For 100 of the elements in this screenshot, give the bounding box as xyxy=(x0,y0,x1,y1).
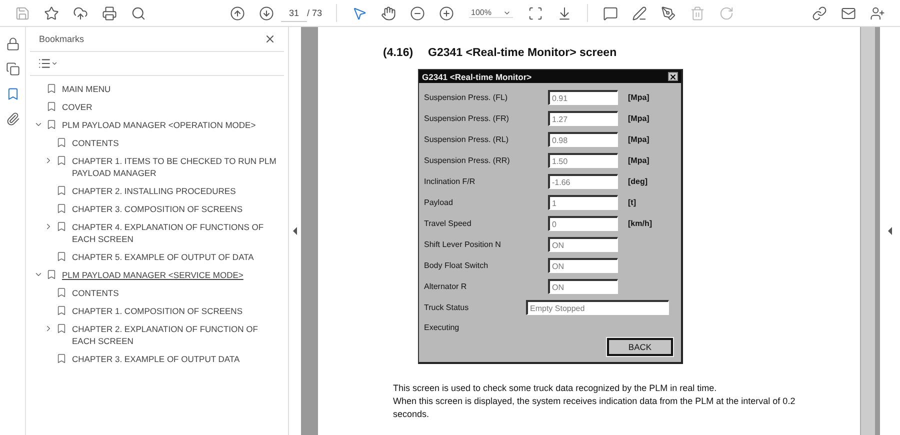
unit-label: [Mpa] xyxy=(628,93,650,102)
collapse-panel-icon[interactable] xyxy=(293,227,297,235)
value-field[interactable]: 0 xyxy=(548,216,618,231)
bookmark-item[interactable]: CONTENTS xyxy=(72,287,288,299)
chevron-right-icon[interactable] xyxy=(44,324,53,333)
bookmark-item[interactable]: CHAPTER 2. EXPLANATION OF FUNCTION OF EACH SCREEN xyxy=(72,323,288,347)
zoom-in-icon[interactable] xyxy=(439,6,454,20)
bookmark-icon xyxy=(56,221,67,232)
unit-label: [t] xyxy=(628,198,637,207)
list-icon xyxy=(38,57,51,70)
value-field[interactable]: ON xyxy=(548,279,618,294)
pages-icon xyxy=(6,62,20,76)
value-field[interactable]: ON xyxy=(548,258,618,273)
field-label: Suspension Press. (FL) xyxy=(424,93,509,102)
bookmark-icon xyxy=(56,203,67,214)
dialog-title: G2341 <Real-time Monitor> xyxy=(422,72,532,82)
value-field[interactable]: 0.98 xyxy=(548,132,618,147)
field-label: Payload xyxy=(424,198,454,207)
bookmark-item[interactable]: CHAPTER 5. EXAMPLE OF OUTPUT OF DATA xyxy=(72,251,288,263)
bookmark-item[interactable]: PLM PAYLOAD MANAGER <OPERATION MODE> xyxy=(62,119,288,131)
bookmark-item[interactable]: CHAPTER 1. COMPOSITION OF SCREENS xyxy=(72,305,288,317)
bookmark-item[interactable]: CHAPTER 4. EXPLANATION OF FUNCTIONS OF EACH SCREEN xyxy=(72,221,288,245)
chevron-right-icon[interactable] xyxy=(44,222,53,231)
unit-label: [deg] xyxy=(628,177,649,186)
paragraph: When this screen is displayed, the system receives indication data from the PLM at the interval of 0.2 seconds. xyxy=(393,395,796,421)
unit-label: [km/h] xyxy=(628,219,653,228)
chevron-down-icon[interactable] xyxy=(34,270,43,279)
zoom-dropdown[interactable]: 100% xyxy=(469,8,514,18)
hand-icon[interactable] xyxy=(381,6,396,20)
panel-title: Bookmarks xyxy=(39,34,84,44)
bookmark-icon xyxy=(56,323,67,334)
bookmark-icon xyxy=(46,101,57,112)
scrollbar[interactable] xyxy=(860,27,875,435)
add-user-icon[interactable] xyxy=(870,6,885,20)
value-field[interactable]: 1.27 xyxy=(548,111,618,126)
caret-icon xyxy=(51,60,58,67)
value-field[interactable]: 1.50 xyxy=(548,153,618,168)
status-field[interactable]: Empty Stopped xyxy=(526,300,669,315)
field-label: Body Float Switch xyxy=(424,261,490,270)
options-menu-button[interactable] xyxy=(38,57,58,70)
star-icon[interactable] xyxy=(44,6,59,20)
bookmark-icon xyxy=(56,155,67,166)
page-total: / 73 xyxy=(307,8,322,18)
value-field[interactable]: 1 xyxy=(548,195,618,210)
value-field[interactable]: -1.66 xyxy=(548,174,618,189)
section-heading: G2341 <Real-time Monitor> screen xyxy=(428,47,617,59)
bookmark-item[interactable]: CHAPTER 3. EXAMPLE OF OUTPUT DATA xyxy=(72,353,288,365)
bookmark-icon xyxy=(56,287,67,298)
bookmark-icon xyxy=(56,137,67,148)
zoom-out-icon[interactable] xyxy=(410,6,426,20)
field-label: Alternator R xyxy=(424,282,468,291)
close-icon[interactable] xyxy=(264,33,276,45)
bookmark-icon xyxy=(6,87,20,101)
mail-icon[interactable] xyxy=(841,6,856,20)
bookmark-item[interactable]: CONTENTS xyxy=(72,137,288,149)
value-field[interactable]: 0.91 xyxy=(548,90,618,105)
bookmark-icon xyxy=(46,269,57,280)
unit-label: [Mpa] xyxy=(628,114,650,123)
bookmark-icon xyxy=(46,83,57,94)
bookmark-item[interactable]: CHAPTER 3. COMPOSITION OF SCREENS xyxy=(72,203,288,215)
bookmark-icon xyxy=(56,251,67,262)
back-button[interactable]: BACK xyxy=(607,338,673,356)
comment-icon[interactable] xyxy=(603,6,618,20)
chevron-down-icon[interactable] xyxy=(34,120,43,129)
lock-icon xyxy=(6,37,20,51)
bookmark-icon xyxy=(56,185,67,196)
value-field[interactable]: ON xyxy=(548,237,618,252)
close-icon[interactable] xyxy=(668,72,678,81)
expand-panel-icon[interactable] xyxy=(888,227,892,235)
attachment-icon xyxy=(6,112,20,126)
page-fit-icon[interactable] xyxy=(528,6,544,20)
bookmark-item[interactable]: CHAPTER 2. INSTALLING PROCEDURES xyxy=(72,185,288,197)
highlight-pen-icon[interactable] xyxy=(632,6,648,20)
bookmark-item[interactable]: PLM PAYLOAD MANAGER <SERVICE MODE> xyxy=(62,269,288,281)
field-label: Travel Speed xyxy=(424,219,472,228)
bookmark-icon xyxy=(46,119,57,130)
field-label: Truck Status xyxy=(424,303,470,312)
cursor-icon[interactable] xyxy=(352,6,368,20)
chevron-right-icon[interactable] xyxy=(44,156,53,165)
unit-label: [Mpa] xyxy=(628,135,650,144)
draw-icon[interactable] xyxy=(661,6,676,20)
scroll-mode-icon[interactable] xyxy=(557,6,572,20)
field-label: Shift Lever Position N xyxy=(424,240,502,249)
search-icon[interactable] xyxy=(131,6,146,20)
bookmark-item[interactable]: COVER xyxy=(62,101,288,113)
field-label: Suspension Press. (RL) xyxy=(424,135,510,144)
bookmark-item[interactable]: MAIN MENU xyxy=(62,83,288,95)
upload-icon[interactable] xyxy=(73,6,88,20)
print-icon[interactable] xyxy=(102,6,117,20)
unit-label: [Mpa] xyxy=(628,156,650,165)
field-label: Inclination F/R xyxy=(424,177,476,186)
field-label: Suspension Press. (FR) xyxy=(424,114,510,123)
field-label: Suspension Press. (RR) xyxy=(424,156,511,165)
link-icon[interactable] xyxy=(812,6,827,20)
bookmark-icon xyxy=(56,353,67,364)
next-page-icon[interactable] xyxy=(259,6,274,20)
section-number: (4.16) xyxy=(383,47,414,59)
paragraph: This screen is used to check some truck data recognized by the PLM in real time. xyxy=(393,382,718,395)
bookmark-item[interactable]: CHAPTER 1. ITEMS TO BE CHECKED TO RUN PLM PAYLOAD MANAGER xyxy=(72,155,288,179)
previous-page-icon[interactable] xyxy=(230,6,245,20)
